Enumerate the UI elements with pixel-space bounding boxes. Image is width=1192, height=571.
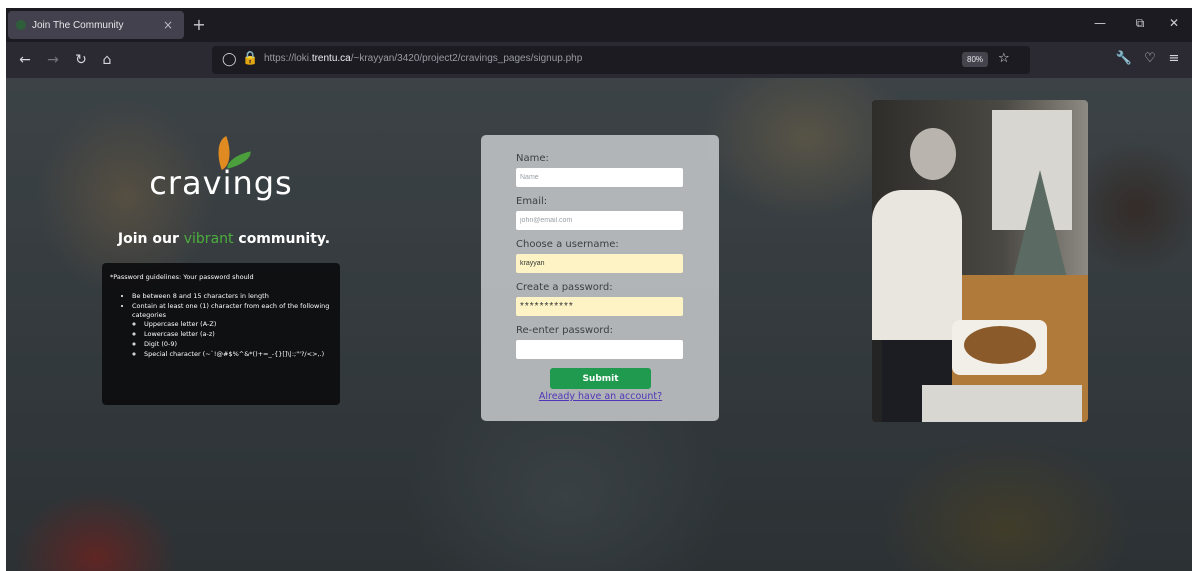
password-input[interactable] <box>516 297 683 316</box>
favicon-icon <box>16 20 26 30</box>
already-have-account-link[interactable]: Already have an account? <box>516 391 685 402</box>
reenter-password-input[interactable] <box>516 340 683 359</box>
tab-title: Join The Community <box>32 19 124 31</box>
new-tab-button[interactable]: + <box>189 15 209 34</box>
tab-strip: Join The Community × + — ⧉ ✕ <box>6 8 1192 42</box>
close-tab-icon[interactable]: × <box>160 18 176 32</box>
name-label: Name: <box>516 153 549 164</box>
restore-icon[interactable]: ⧉ <box>1130 16 1150 31</box>
pocket-icon[interactable]: ♡ <box>1140 51 1160 66</box>
logo-text: cravings <box>149 164 293 202</box>
guideline-rule: Contain at least one (1) character from … <box>132 302 332 359</box>
forward-icon[interactable]: → <box>42 51 64 69</box>
tracking-shield-icon[interactable]: ◯ <box>222 52 237 67</box>
password-guidelines: *Password guidelines: Your password shou… <box>102 263 340 405</box>
close-window-icon[interactable]: ✕ <box>1164 16 1184 30</box>
url-text[interactable]: https://loki.trentu.ca/~krayyan/3420/pro… <box>264 53 582 64</box>
email-label: Email: <box>516 196 548 207</box>
cravings-logo: cravings <box>136 128 306 208</box>
cooking-photo <box>872 100 1088 422</box>
username-input[interactable] <box>516 254 683 273</box>
browser-window: Join The Community × + — ⧉ ✕ ← → ↻ ⌂ ◯ 🔒… <box>6 8 1192 571</box>
url-bar[interactable]: ◯ 🔒 https://loki.trentu.ca/~krayyan/3420… <box>212 46 1030 74</box>
username-label: Choose a username: <box>516 239 619 250</box>
bookmark-star-icon[interactable]: ☆ <box>998 51 1010 66</box>
guideline-rule: Be between 8 and 15 characters in length <box>132 292 332 301</box>
home-icon[interactable]: ⌂ <box>96 51 118 69</box>
reload-icon[interactable]: ↻ <box>70 51 92 69</box>
join-heading: Join our vibrant community. <box>117 231 331 247</box>
guidelines-intro: *Password guidelines: Your password shou… <box>110 273 254 281</box>
guideline-category: Special character (~`!@#$%^&*()+=_-{}[]\… <box>144 350 332 359</box>
submit-button[interactable]: Submit <box>550 368 651 389</box>
page-content: cravings Join our vibrant community. *Pa… <box>6 78 1192 571</box>
reenter-password-label: Re-enter password: <box>516 325 613 336</box>
email-input[interactable] <box>516 211 683 230</box>
back-icon[interactable]: ← <box>14 51 36 69</box>
tab-join-community[interactable]: Join The Community × <box>8 11 184 39</box>
zoom-level[interactable]: 80% <box>962 52 989 67</box>
nav-bar: ← → ↻ ⌂ ◯ 🔒 https://loki.trentu.ca/~kray… <box>6 42 1192 78</box>
wrench-icon[interactable]: 🔧 <box>1114 51 1134 66</box>
password-label: Create a password: <box>516 282 613 293</box>
guideline-category: Uppercase letter (A-Z) <box>144 320 332 329</box>
minimize-icon[interactable]: — <box>1090 16 1110 30</box>
lock-icon[interactable]: 🔒 <box>242 51 258 66</box>
name-input[interactable] <box>516 168 683 187</box>
menu-icon[interactable]: ≡ <box>1164 51 1184 66</box>
signup-form: Name: Email: Choose a username: Create a… <box>481 135 719 421</box>
guideline-category: Digit (0-9) <box>144 340 332 349</box>
guideline-category: Lowercase letter (a-z) <box>144 330 332 339</box>
